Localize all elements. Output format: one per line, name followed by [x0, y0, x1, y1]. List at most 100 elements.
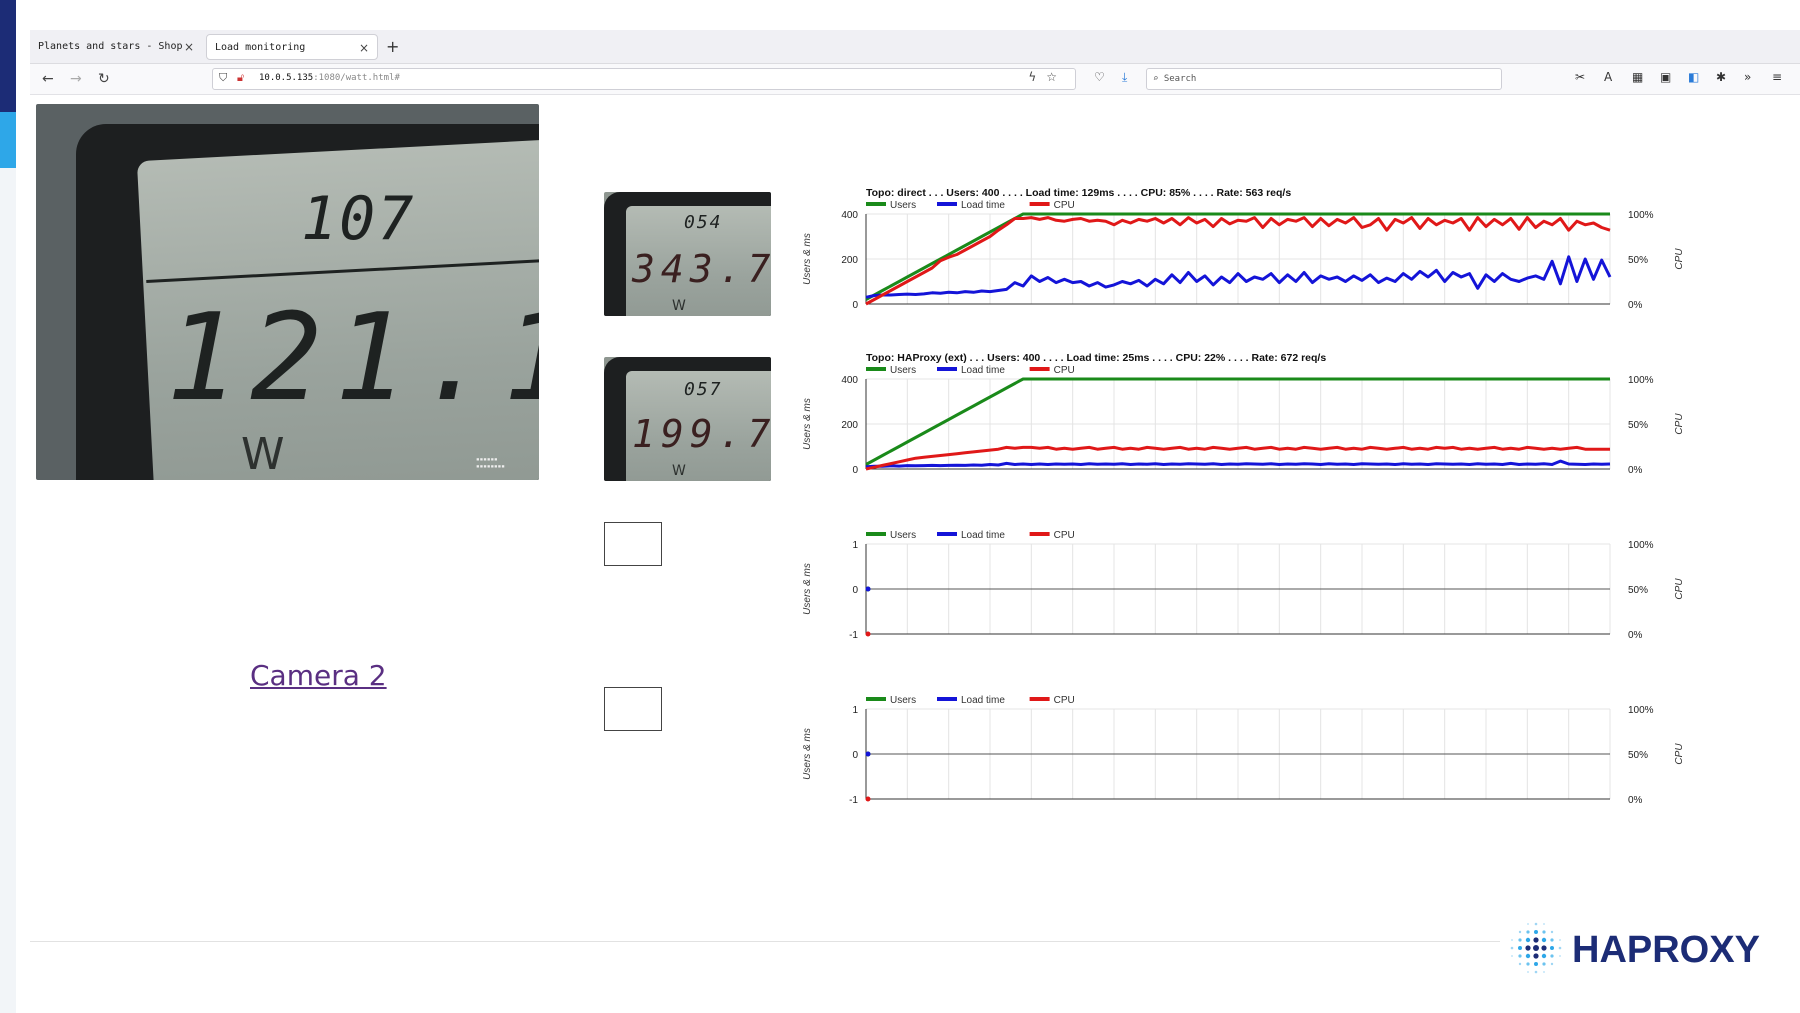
tab-load-monitoring[interactable]: Load monitoring ×	[206, 34, 378, 60]
url-actions: ϟ☆	[1028, 70, 1067, 84]
camera-thumb-4-empty	[604, 687, 662, 731]
legend-swatch	[866, 532, 886, 536]
y-tick-label: 0	[852, 585, 858, 596]
legend-label: Load time	[961, 200, 1005, 211]
legend-label: Load time	[961, 530, 1005, 541]
url-text: 10.0.5.135:1080/watt.html#	[259, 73, 400, 83]
haproxy-logo: HAPROXY	[1510, 922, 1760, 974]
camera-thumb-1: 054 343.7 W	[604, 192, 771, 316]
y2-tick-label: 100%	[1628, 705, 1654, 716]
browser-tab-bar: Planets and stars - Shop × Load monitori…	[30, 30, 1800, 64]
y2-axis-label: CPU	[1674, 413, 1685, 435]
legend-label: Load time	[961, 365, 1005, 376]
y2-axis-label: CPU	[1674, 743, 1685, 765]
y2-tick-label: 50%	[1628, 585, 1648, 596]
y-tick-label: 0	[852, 465, 858, 476]
puzzle-icon[interactable]: ✱	[1716, 70, 1726, 84]
chart-title: Topo: HAProxy (ext) . . . Users: 400 . .…	[866, 352, 1326, 364]
y-tick-label: -1	[849, 630, 858, 641]
slide-accent-strip	[0, 0, 16, 1013]
chart-title: Topo: direct . . . Users: 400 . . . . Lo…	[866, 187, 1291, 199]
shield-icon[interactable]: ⛉	[219, 71, 227, 85]
close-icon[interactable]: ×	[184, 34, 194, 60]
lightning-icon[interactable]: ϟ	[1028, 70, 1046, 84]
y2-tick-label: 100%	[1628, 375, 1654, 386]
y2-tick-label: 100%	[1628, 210, 1654, 221]
camera-main-feed: 107 121.1 W ▪▪▪▪▪▪▪▪▪▪▪▪▪▪	[36, 104, 539, 480]
y-tick-label: 400	[841, 210, 858, 221]
y2-tick-label: 50%	[1628, 420, 1648, 431]
chart-empty-3: Users Load time CPU 1 100% 0 50% -1 0% Users & ms…	[802, 530, 1685, 641]
hamburger-menu-icon[interactable]: ≡	[1772, 70, 1782, 84]
y-axis-label: Users & ms	[802, 728, 813, 780]
close-icon[interactable]: ×	[359, 35, 369, 61]
meter-unit: W	[241, 429, 285, 480]
camera-thumb-2: 057 199.7 W	[604, 357, 771, 481]
y2-tick-label: 50%	[1628, 750, 1648, 761]
legend-swatch	[866, 202, 886, 206]
legend-swatch	[1029, 202, 1050, 206]
camera-2-link[interactable]: Camera 2	[250, 659, 387, 692]
download-icon[interactable]: ⤓	[1122, 70, 1127, 85]
legend-swatch	[866, 367, 886, 371]
series-point-cpu	[865, 631, 871, 637]
legend-label: CPU	[1054, 530, 1075, 541]
y2-axis-label: CPU	[1674, 578, 1685, 600]
new-tab-button[interactable]: +	[386, 34, 399, 60]
overflow-chevron-icon[interactable]: »	[1744, 70, 1751, 84]
meter-top-reading: 057	[684, 379, 723, 400]
y-tick-label: 200	[841, 420, 858, 431]
legend-label: CPU	[1054, 200, 1075, 211]
legend-label: CPU	[1054, 365, 1075, 376]
y-tick-label: -1	[849, 795, 858, 806]
url-bar[interactable]: ⛉ 🔓︎ 10.0.5.135:1080/watt.html# ϟ☆	[212, 68, 1076, 90]
legend-label: Users	[890, 365, 916, 376]
footer-divider	[30, 941, 1500, 942]
tab-planets-shop[interactable]: Planets and stars - Shop ×	[30, 34, 202, 60]
haproxy-logo-text: HAPROXY	[1572, 929, 1760, 971]
y2-tick-label: 0%	[1628, 300, 1643, 311]
camera-thumb-3-empty	[604, 522, 662, 566]
y2-tick-label: 0%	[1628, 630, 1643, 641]
qr-icon[interactable]: ▦	[1632, 70, 1643, 84]
meter-main-reading: 343.7	[632, 247, 771, 291]
y-axis-label: Users & ms	[802, 398, 813, 450]
tab-label: Planets and stars - Shop	[38, 41, 183, 52]
browser-nav-bar: ← → ↻ ⛉ 🔓︎ 10.0.5.135:1080/watt.html# ϟ☆…	[30, 64, 1800, 95]
reload-icon[interactable]: ↻	[98, 69, 110, 89]
legend-swatch	[937, 202, 957, 206]
y-tick-label: 400	[841, 375, 858, 386]
series-point-cpu	[865, 796, 871, 802]
y-tick-label: 200	[841, 255, 858, 266]
pocket-icon[interactable]: ♡	[1094, 70, 1105, 84]
legend-label: CPU	[1054, 695, 1075, 706]
chart-haproxy: Topo: HAProxy (ext) . . . Users: 400 . .…	[802, 352, 1685, 476]
meter-unit: W	[672, 298, 686, 314]
legend-label: Users	[890, 695, 916, 706]
meter-main-reading: 199.7	[632, 412, 771, 456]
y2-tick-label: 0%	[1628, 465, 1643, 476]
back-arrow-icon[interactable]: ←	[42, 69, 54, 89]
legend-label: Users	[890, 530, 916, 541]
y-tick-label: 1	[852, 540, 858, 551]
translate-icon[interactable]: A	[1604, 70, 1612, 84]
bookmark-star-icon[interactable]: ☆	[1046, 70, 1067, 84]
forward-arrow-icon[interactable]: →	[70, 69, 82, 89]
y2-tick-label: 50%	[1628, 255, 1648, 266]
legend-swatch	[1029, 532, 1050, 536]
y2-axis-label: CPU	[1674, 248, 1685, 270]
y-axis-label: Users & ms	[802, 233, 813, 285]
insecure-lock-icon[interactable]: 🔓︎	[237, 71, 244, 85]
search-input[interactable]: ⌕ Search	[1146, 68, 1502, 90]
extension-badge-icon[interactable]: ◧	[1688, 70, 1699, 84]
reader-icon[interactable]: ▣	[1660, 70, 1671, 84]
legend-swatch	[1029, 367, 1050, 371]
haproxy-logo-mark	[1510, 922, 1562, 974]
y2-tick-label: 0%	[1628, 795, 1643, 806]
legend-swatch	[937, 532, 957, 536]
chart-direct: Topo: direct . . . Users: 400 . . . . Lo…	[802, 187, 1685, 311]
screenshot-icon[interactable]: ✂	[1575, 70, 1585, 84]
y-axis-label: Users & ms	[802, 563, 813, 615]
meter-main-reading: 121.1	[166, 289, 539, 428]
camera-timestamp: ▪▪▪▪▪▪ ▪▪▪▪▪▪▪▪	[476, 456, 505, 470]
